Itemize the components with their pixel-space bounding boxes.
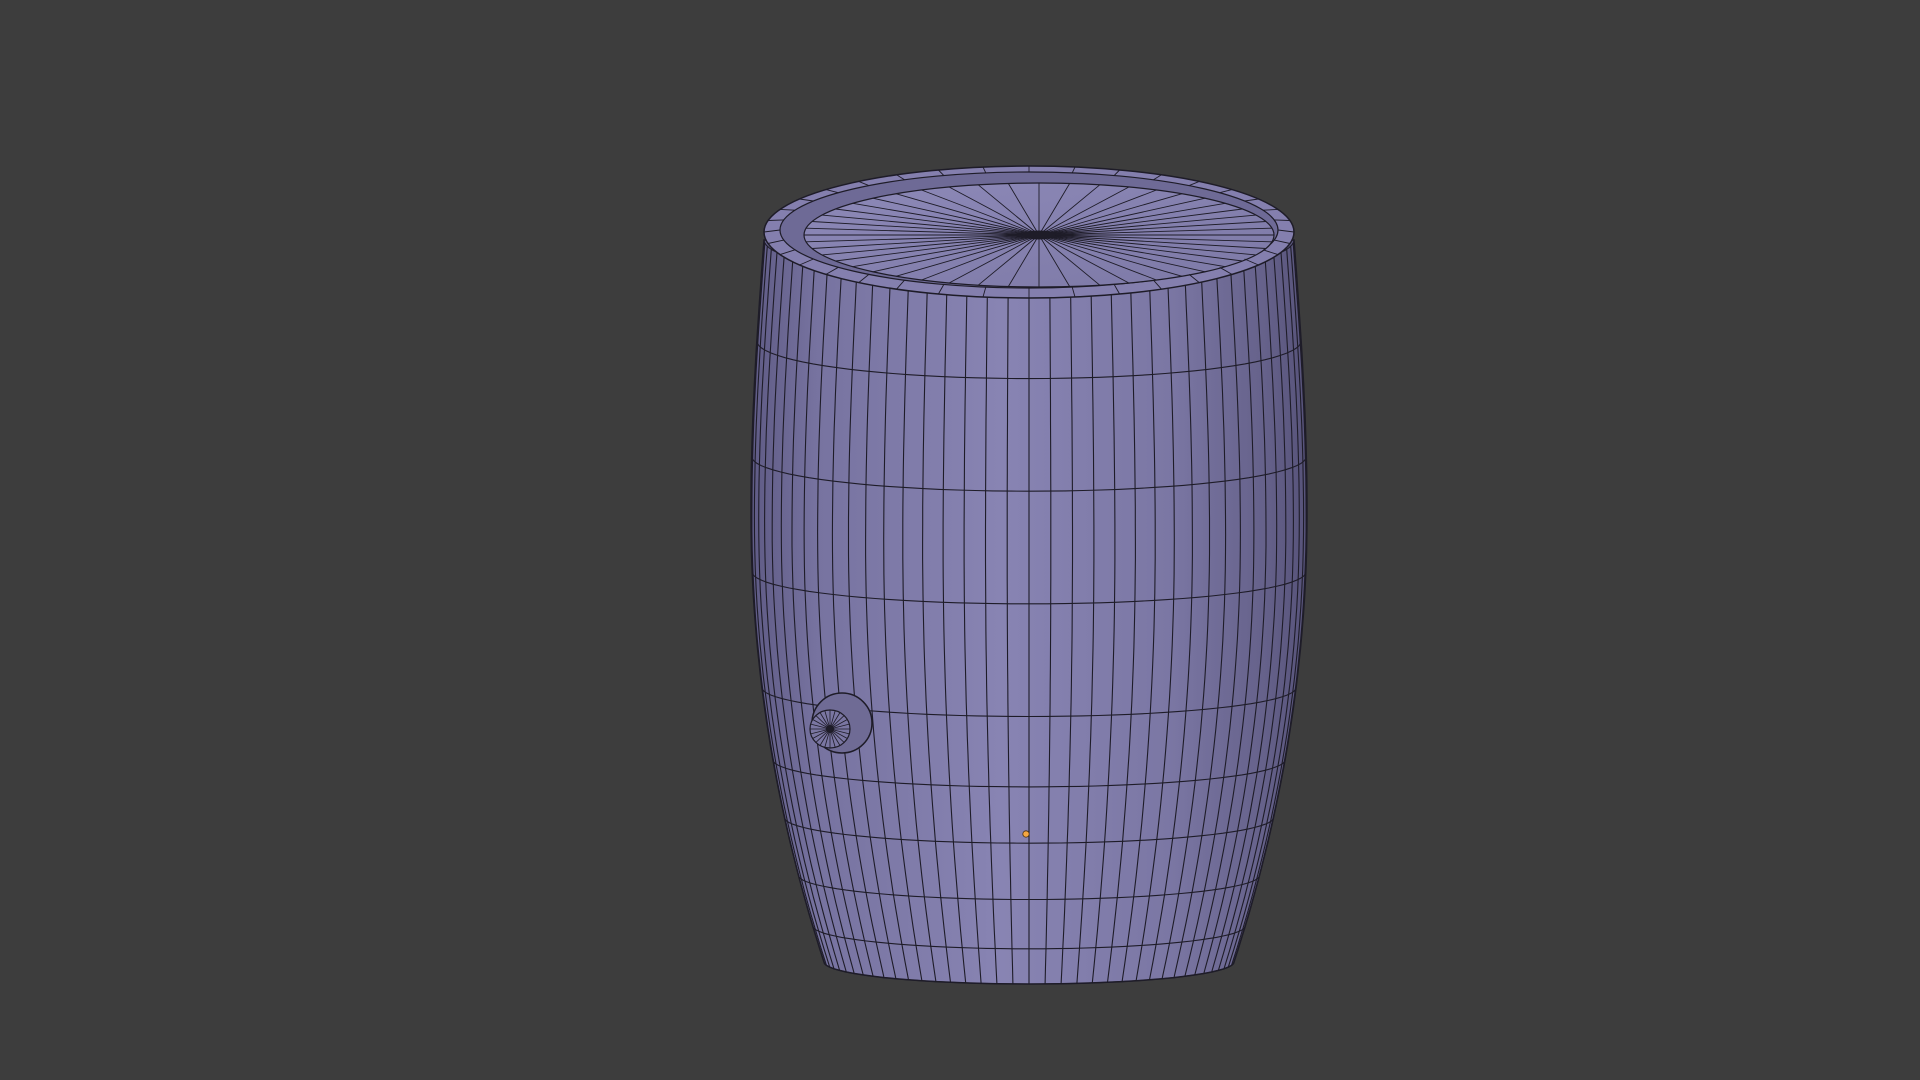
rim-segment-edge <box>1274 219 1291 221</box>
3d-viewport[interactable] <box>0 0 1920 1080</box>
barrel-mesh[interactable] <box>750 165 1308 985</box>
barrel-top-lid[interactable] <box>763 165 1295 299</box>
lid-center-hub <box>1022 230 1056 240</box>
object-origin-icon[interactable] <box>1022 830 1030 838</box>
viewport-canvas[interactable] <box>0 0 1920 1080</box>
rim-segment-edge <box>767 219 784 221</box>
